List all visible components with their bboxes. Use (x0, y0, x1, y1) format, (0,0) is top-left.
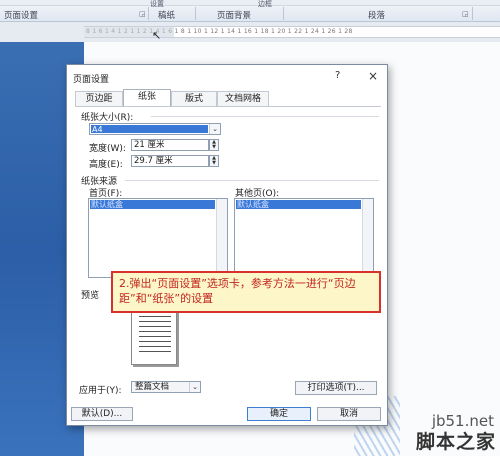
group-separator (148, 7, 149, 20)
section-rule (125, 180, 379, 181)
group-page-background: 页面背景 (217, 11, 252, 21)
page-setup-dialog: 页面设置 ? × 页边距 纸张 版式 文档网格 纸张大小(R): A4 ⌄ 宽度… (66, 64, 388, 426)
tab-divider (75, 106, 381, 107)
preview-label: 预览 (81, 291, 100, 301)
mouse-cursor-icon: ↖ (152, 29, 162, 42)
apply-to-select[interactable]: 整篇文档 ⌄ (131, 381, 201, 393)
chevron-down-icon[interactable]: ⌄ (209, 124, 220, 134)
preview-page (131, 307, 177, 365)
tab-margins[interactable]: 页边距 (75, 91, 123, 106)
height-label: 高度(E): (89, 160, 123, 170)
first-page-list[interactable]: 默认纸盒 (88, 198, 228, 278)
help-icon[interactable]: ? (335, 70, 340, 81)
group-paragraph: 段落 (368, 11, 386, 21)
tab-bar: 页边距 纸张 版式 文档网格 (75, 89, 381, 106)
ribbon-settings-item[interactable]: 设置 (150, 0, 164, 9)
group-manuscript: 稿纸 (158, 11, 176, 21)
paper-size-label: 纸张大小(R): (81, 113, 134, 123)
paper-size-select[interactable]: A4 ⌄ (89, 123, 221, 135)
dialog-title: 页面设置 (73, 75, 110, 85)
width-input[interactable]: 21 厘米 (131, 139, 209, 151)
width-spinner-icon[interactable]: ▲ ▼ (209, 139, 219, 151)
group-separator (472, 7, 473, 20)
callout-box: 2.弹出“页面设置”选项卡，参考方法一进行“页边距”和“纸张”的设置 (111, 271, 381, 313)
print-options-button[interactable]: 打印选项(T)... (295, 381, 377, 395)
tab-document-grid[interactable]: 文档网格 (217, 91, 269, 106)
height-spinner-icon[interactable]: ▲ ▼ (209, 155, 219, 167)
width-label: 宽度(W): (89, 144, 126, 154)
other-pages-item[interactable]: 默认纸盒 (236, 200, 361, 209)
group-separator (195, 7, 196, 20)
group-separator (283, 7, 284, 20)
watermark-name: 脚本之家 (415, 431, 496, 453)
callout-text: 2.弹出“页面设置”选项卡，参考方法一进行“页边距”和“纸张”的设置 (119, 277, 356, 305)
apply-to-value: 整篇文档 (135, 382, 170, 392)
other-pages-list[interactable]: 默认纸盒 (234, 198, 374, 278)
paragraph-launcher-icon[interactable]: ◲ (462, 10, 469, 18)
close-icon[interactable]: × (363, 68, 383, 84)
height-input[interactable]: 29.7 厘米 (131, 155, 209, 167)
first-page-item[interactable]: 默认纸盒 (90, 200, 215, 209)
first-page-scrollbar[interactable] (216, 199, 227, 277)
ribbon-top-strip (0, 0, 500, 6)
tab-paper[interactable]: 纸张 (123, 89, 171, 106)
ok-button[interactable]: 确定 (247, 407, 311, 421)
default-button[interactable]: 默认(D)... (71, 407, 133, 421)
cancel-button[interactable]: 取消 (317, 407, 381, 421)
section-rule (151, 116, 379, 117)
paper-size-value: A4 (91, 125, 208, 134)
ribbon-border-item[interactable]: 边框 (258, 0, 272, 9)
ribbon: 设置 边框 页面设置 ◲ 稿纸 页面背景 段落 ◲ (0, 0, 500, 22)
tab-layout[interactable]: 版式 (171, 91, 217, 106)
apply-to-label: 应用于(Y): (79, 386, 122, 396)
page-setup-launcher-icon[interactable]: ◲ (139, 10, 146, 18)
chevron-down-icon[interactable]: ⌄ (189, 382, 200, 392)
other-pages-scrollbar[interactable] (362, 199, 373, 277)
group-page-setup: 页面设置 (4, 11, 39, 21)
